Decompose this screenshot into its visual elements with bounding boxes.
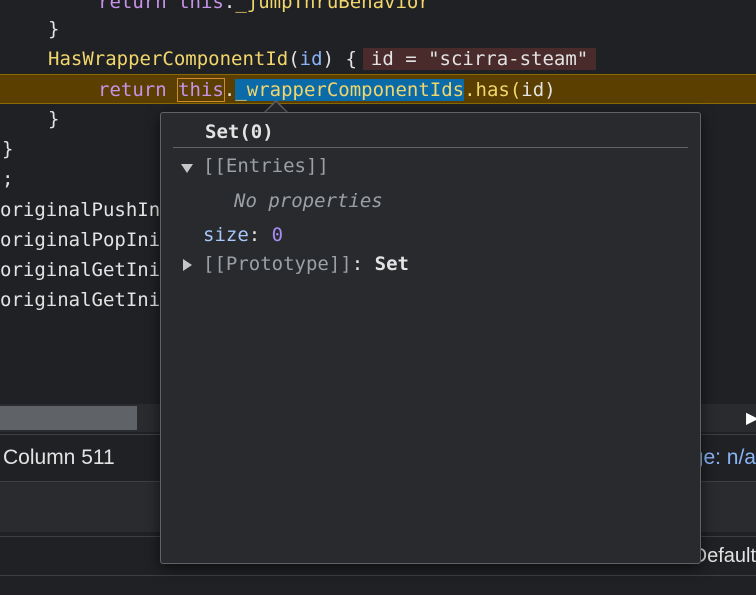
code-line: originalPushIn xyxy=(0,199,161,221)
code-line: } xyxy=(2,138,14,160)
coverage-link[interactable]: ge: n/a xyxy=(692,435,756,481)
popover-title: Set(0) xyxy=(205,121,274,143)
code-line: } xyxy=(48,108,60,130)
code-line: originalGetIni xyxy=(0,259,161,281)
inline-value-hint: id = "scirra-steam" xyxy=(362,48,597,70)
cursor-position: Column 511 xyxy=(3,446,115,469)
expand-triangle-icon[interactable] xyxy=(181,164,193,173)
scroll-right-arrow-icon[interactable]: ▶ xyxy=(746,408,756,428)
size-property: size: 0 xyxy=(203,224,284,246)
entries-label[interactable]: [[Entries]] xyxy=(203,155,329,177)
scrollbar-thumb[interactable] xyxy=(0,406,137,430)
code-line: originalPopIni xyxy=(0,229,161,251)
code-line: return this._jumpThruBehavior xyxy=(98,0,430,13)
code-line: ; xyxy=(2,168,14,190)
code-line-function-def: HasWrapperComponentId(id) {id = "scirra-… xyxy=(48,44,597,74)
hovered-expression[interactable]: _wrapperComponentIds xyxy=(235,79,465,101)
code-line: } xyxy=(48,18,60,40)
log-levels-dropdown[interactable]: Default xyxy=(693,537,756,575)
code-line-paused: return this._wrapperComponentIds.has(id) xyxy=(0,74,756,104)
code-line: originalGetIni xyxy=(0,289,161,311)
popover-divider xyxy=(173,147,688,148)
object-preview-popover: Set(0) [[Entries]] No properties size: 0… xyxy=(160,112,701,564)
no-properties-text: No properties xyxy=(234,190,383,212)
prototype-property[interactable]: [[Prototype]]: Set xyxy=(203,253,409,275)
console-area xyxy=(0,576,756,595)
collapse-triangle-icon[interactable] xyxy=(183,259,192,271)
